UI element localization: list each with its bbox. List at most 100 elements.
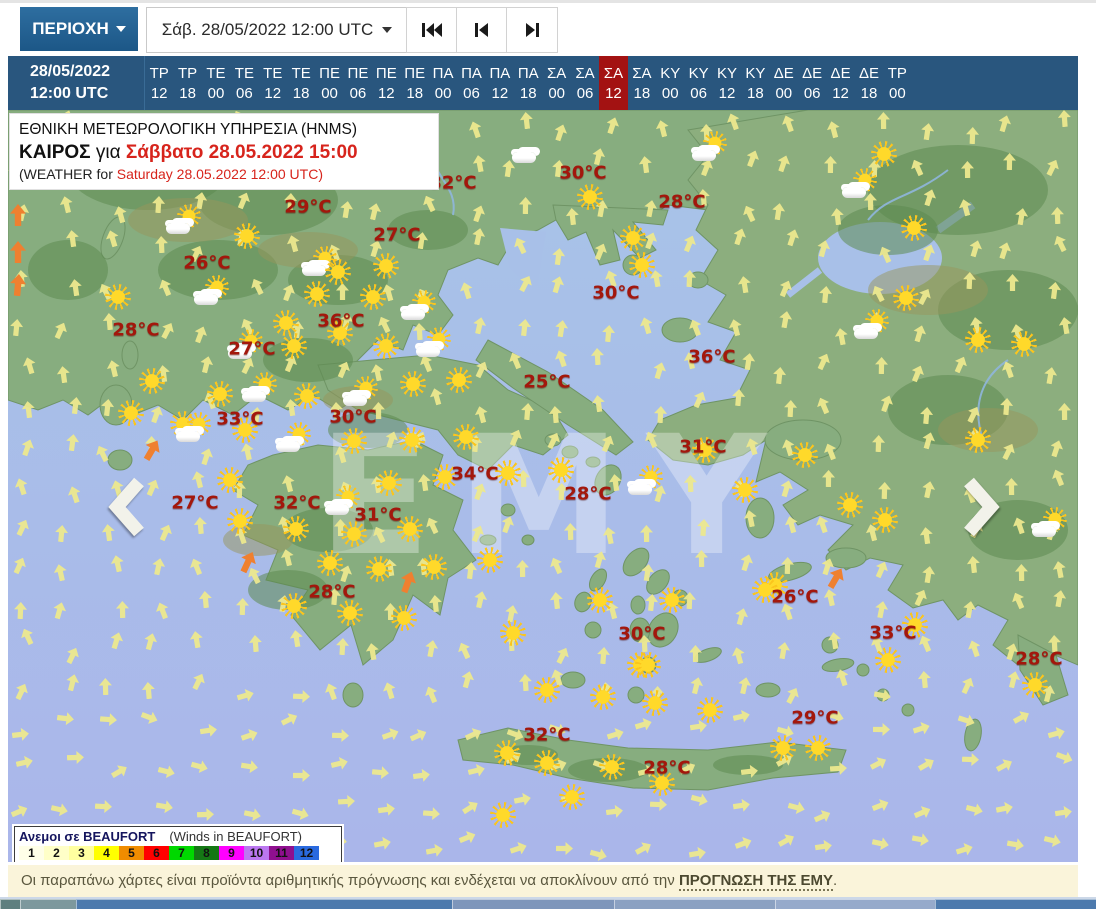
chevron-right-icon <box>108 477 144 537</box>
skip-to-first-button[interactable] <box>406 7 458 53</box>
temperature-label: 31°C <box>354 504 402 526</box>
timeline-step[interactable]: ΠΕ 06 <box>344 56 372 110</box>
beaufort-scale-cell: 12 <box>294 846 319 860</box>
timeline-step[interactable]: ΣΑ 06 <box>571 56 599 110</box>
timeline-step-day: ΚΥ <box>745 64 766 82</box>
timeline-step-hour: 06 <box>690 84 707 102</box>
emy-forecast-link[interactable]: ΠΡΟΓΝΩΣΗ ΤΗΣ ΕΜΥ <box>678 872 833 891</box>
temperature-label: 27°C <box>228 338 276 360</box>
bottom-table-header-cell <box>20 899 76 909</box>
temperature-label: 30°C <box>618 623 666 645</box>
timeline-steps: ΤΡ 12 ΤΡ 18 ΤΕ 00 ΤΕ 06 ΤΕ 12 ΤΕ 18 ΠΕ 0… <box>144 56 912 110</box>
timeline-step[interactable]: ΤΡ 18 <box>173 56 201 110</box>
timeline-step-day: ΔΕ <box>858 64 879 82</box>
bottom-table-header <box>0 897 1096 909</box>
timeline-step[interactable]: ΠΑ 00 <box>429 56 457 110</box>
step-forward-button[interactable] <box>506 7 558 53</box>
temperature-label: 27°C <box>171 492 219 514</box>
timeline-step-day: ΤΕ <box>291 64 311 82</box>
timeline-step-day: ΤΡ <box>149 64 169 82</box>
timeline-step[interactable]: ΠΑ 06 <box>457 56 485 110</box>
disclaimer-period: . <box>833 872 838 889</box>
timeline-step-day: ΣΑ <box>603 64 624 82</box>
timeline-step[interactable]: ΚΥ 06 <box>684 56 712 110</box>
bottom-table-header-cell <box>775 899 935 909</box>
beaufort-scale-cell: 4 <box>94 846 119 860</box>
temperature-label: 33°C <box>869 622 917 644</box>
timeline-step[interactable]: ΤΡ 00 <box>883 56 911 110</box>
timeline-step[interactable]: ΤΕ 12 <box>259 56 287 110</box>
timeline-current-time: 12:00 UTC <box>30 85 109 102</box>
bottom-table-header-cell <box>0 899 20 909</box>
timeline-step[interactable]: ΔΕ 12 <box>826 56 854 110</box>
beaufort-scale: 1 2 3 4 5 6 7 8 9 10 11 12 <box>19 846 337 860</box>
timeline-step-day: ΣΑ <box>632 64 652 82</box>
map-title-box: ΕΘΝΙΚΗ ΜΕΤΕΩΡΟΛΟΓΙΚΗ ΥΠΗΡΕΣΙΑ (HNMS) ΚΑΙ… <box>10 114 438 189</box>
timeline-current-label: 28/05/2022 12:00 UTC <box>30 61 110 105</box>
timeline-step-hour: 00 <box>775 84 793 102</box>
timeline-step[interactable]: ΣΑ 18 <box>628 56 656 110</box>
timeline-step[interactable]: ΔΕ 00 <box>770 56 798 110</box>
temperature-label: 28°C <box>1015 648 1063 670</box>
timeline-step-hour: 12 <box>605 84 622 102</box>
timeline-step[interactable]: ΤΕ 00 <box>202 56 230 110</box>
timeline-step[interactable]: ΔΕ 18 <box>855 56 883 110</box>
beaufort-scale-cell: 7 <box>169 846 194 860</box>
timeline-step-hour: 06 <box>463 84 480 102</box>
step-back-button[interactable] <box>456 7 508 53</box>
timeline-step[interactable]: ΠΑ 12 <box>486 56 514 110</box>
timeline-step[interactable]: ΣΑ 00 <box>542 56 570 110</box>
beaufort-scale-cell: 6 <box>144 846 169 860</box>
timeline-step-day: ΠΑ <box>517 64 539 82</box>
timeline-step-day: ΚΥ <box>717 64 738 82</box>
beaufort-legend: Ανεμοι σε BEAUFORT (Winds in BEAUFORT) 12… <box>12 824 344 862</box>
timeline-step[interactable]: ΤΕ 18 <box>287 56 315 110</box>
timeline-step[interactable]: ΠΕ 12 <box>372 56 400 110</box>
timeline-step[interactable]: ΤΡ 12 <box>145 56 173 110</box>
timeline-step-hour: 18 <box>747 84 764 102</box>
timeline-step[interactable]: ΚΥ 18 <box>741 56 769 110</box>
timeline-step[interactable]: ΠΕ 18 <box>401 56 429 110</box>
previous-map-chevron[interactable] <box>108 476 148 538</box>
temperature-label: 30°C <box>559 162 607 184</box>
timeline-step[interactable]: ΠΑ 18 <box>514 56 542 110</box>
timeline-step-day: ΣΑ <box>575 64 595 82</box>
temperature-label: 28°C <box>308 581 356 603</box>
region-dropdown-button[interactable]: ΠΕΡΙΟΧΗ <box>20 7 138 51</box>
timeline-step-hour: 12 <box>377 84 395 102</box>
timeline-step[interactable]: ΤΕ 06 <box>230 56 258 110</box>
timeline-step[interactable]: ΠΕ 00 <box>315 56 343 110</box>
timeline-step-day: ΠΕ <box>347 64 369 82</box>
bottom-table-header-cell <box>935 899 1096 909</box>
timeline-step-day: ΤΕ <box>206 64 226 82</box>
timeline-step-day: ΤΡ <box>887 64 907 82</box>
temperature-label: 36°C <box>317 310 365 332</box>
forecast-title-en: (WEATHER for Saturday 28.05.2022 12:00 U… <box>19 166 323 182</box>
timeline-step-day: ΚΥ <box>660 64 681 82</box>
timeline-step-day: ΚΥ <box>688 64 709 82</box>
timeline-step-day: ΠΑ <box>489 64 511 82</box>
timeline-step[interactable]: ΚΥ 12 <box>713 56 741 110</box>
beaufort-scale-cell: 5 <box>119 846 144 860</box>
timeline-step-day: ΠΑ <box>461 64 482 82</box>
timeline-step-day: ΤΡ <box>178 64 198 82</box>
timeline-step-hour: 18 <box>633 84 651 102</box>
timeline-step-day: ΔΕ <box>773 64 794 82</box>
datetime-selector[interactable]: Σάβ. 28/05/2022 12:00 UTC <box>146 7 408 53</box>
temperature-label: 26°C <box>183 252 231 274</box>
timeline-step-hour: 12 <box>150 84 168 102</box>
timeline-step-hour: 06 <box>803 84 821 102</box>
region-button-label: ΠΕΡΙΟΧΗ <box>32 19 109 38</box>
temperature-label: 28°C <box>643 757 691 779</box>
beaufort-scale-cell: 8 <box>194 846 219 860</box>
timeline-step[interactable]: ΚΥ 00 <box>656 56 684 110</box>
timeline-step[interactable]: ΣΑ 12 <box>599 56 628 110</box>
toolbar: ΠΕΡΙΟΧΗ Σάβ. 28/05/2022 12:00 UTC <box>0 3 1096 53</box>
timeline-step-hour: 00 <box>889 84 906 102</box>
timeline-step-day: ΔΕ <box>830 64 851 82</box>
next-map-chevron[interactable] <box>960 476 1000 538</box>
temperature-label: 27°C <box>373 224 421 246</box>
hnms-title: ΕΘΝΙΚΗ ΜΕΤΕΩΡΟΛΟΓΙΚΗ ΥΠΗΡΕΣΙΑ (HNMS) <box>19 121 358 138</box>
timeline-step-hour: 00 <box>434 84 452 102</box>
timeline-step[interactable]: ΔΕ 06 <box>798 56 826 110</box>
